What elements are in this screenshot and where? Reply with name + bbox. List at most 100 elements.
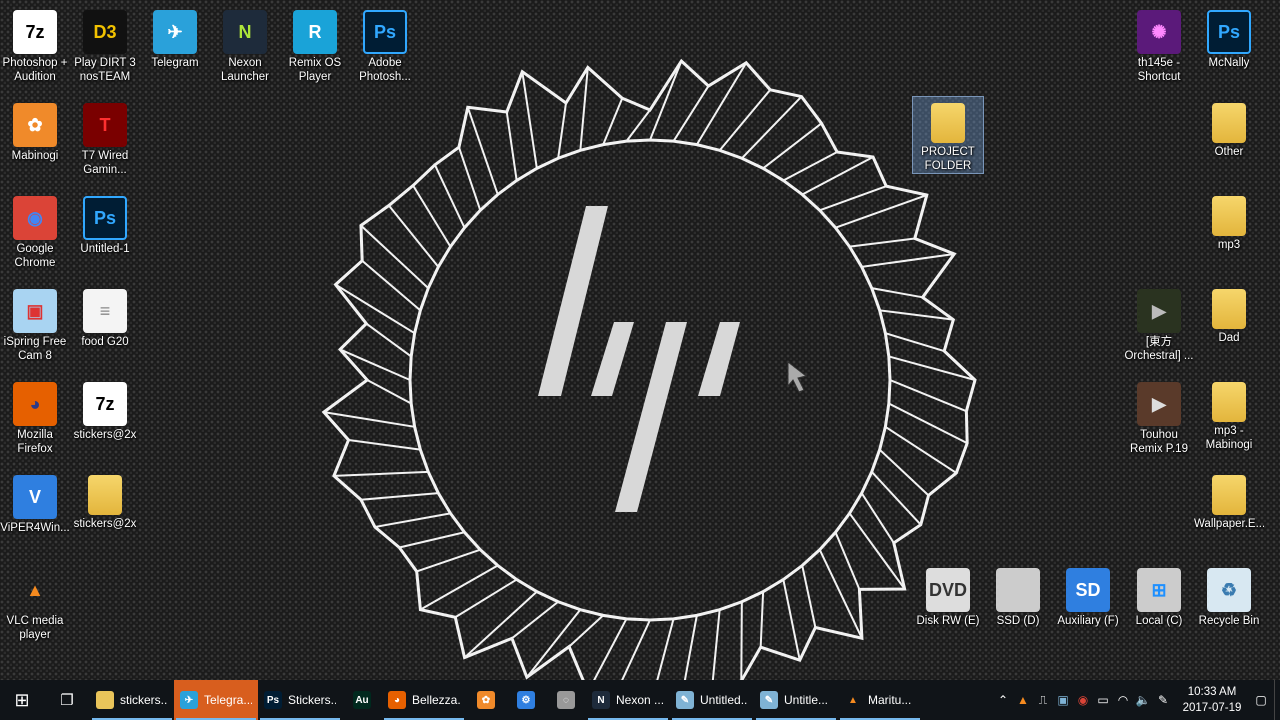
- desktop-icon-ispring[interactable]: ▣ iSpring Free Cam 8: [0, 283, 70, 363]
- taskbar-app-app-gray[interactable]: ◌: [546, 680, 586, 720]
- desktop-icon-telegram[interactable]: ✈ Telegram: [140, 4, 210, 70]
- desktop-icon-adobe-photoshop[interactable]: Ps Adobe Photosh...: [350, 4, 420, 84]
- speaker-icon[interactable]: 🔈: [1136, 693, 1151, 707]
- desktop-icon-dad[interactable]: Dad: [1194, 283, 1264, 345]
- vlc-icon: ▲: [26, 579, 44, 600]
- desktop-icon-google-chrome[interactable]: ◉ Google Chrome: [0, 190, 70, 270]
- taskbar-app-bellezza[interactable]: ◕ Bellezza...: [382, 680, 466, 720]
- chrome-tray-icon[interactable]: ◉: [1076, 693, 1090, 707]
- desktop-icon-mp3[interactable]: mp3: [1194, 190, 1264, 252]
- taskbar-app-stickers[interactable]: stickers...: [90, 680, 174, 720]
- desktop-icon-disk-rw[interactable]: DVD Disk RW (E): [913, 562, 983, 628]
- desktop-icon-label: Photoshop + Audition: [2, 57, 68, 83]
- clock[interactable]: 10:33 AM 2017-07-19: [1176, 684, 1248, 716]
- 7zip-icon: 7z: [13, 10, 57, 54]
- pen-icon[interactable]: ✎: [1156, 693, 1170, 707]
- app-tray-icon[interactable]: ▣: [1056, 693, 1070, 707]
- 7zip-file-icon: 7z: [83, 382, 127, 426]
- desktop-icon-label: th145e - Shortcut: [1137, 57, 1181, 83]
- desktop-icon-touhou-remix[interactable]: ▶ Touhou Remix P.19 ...: [1124, 376, 1194, 456]
- chevron-up-icon[interactable]: ⌃: [996, 693, 1010, 707]
- desktop-icon-label: iSpring Free Cam 8: [3, 336, 67, 362]
- desktop-icon-label: Remix OS Player: [288, 57, 342, 83]
- desktop-icon-project-folder[interactable]: PROJECT FOLDER: [912, 96, 984, 174]
- taskbar-app-label: Maritu...: [868, 693, 912, 707]
- notifications-icon[interactable]: ▢: [1254, 693, 1268, 707]
- mouse-cursor: [787, 360, 808, 393]
- firefox-icon: ◕: [388, 691, 406, 709]
- desktop-icon-remix-os[interactable]: R Remix OS Player: [280, 4, 350, 84]
- desktop-icon-ssd-d[interactable]: SSD (D): [983, 562, 1053, 628]
- dirt3-icon: D3: [83, 10, 127, 54]
- audition-icon: Au: [353, 691, 371, 709]
- taskbar-app-label: Untitle...: [784, 693, 829, 707]
- desktop-icon-auxiliary-f[interactable]: SD Auxiliary (F): [1053, 562, 1123, 628]
- taskbar-app-app-blue[interactable]: ⚙: [506, 680, 546, 720]
- usb-icon[interactable]: ⎍: [1036, 693, 1050, 707]
- desktop-icon-label: Mozilla Firefox: [17, 429, 53, 455]
- desktop-icon-wallpaper-engine[interactable]: Wallpaper.E...: [1194, 469, 1264, 531]
- desktop-icon-firefox[interactable]: ◕ Mozilla Firefox: [0, 376, 70, 456]
- network-icon[interactable]: ◠: [1116, 693, 1130, 707]
- taskbar-app-telegram[interactable]: ✈ Telegra...: [174, 680, 258, 720]
- mabinogi-icon: ✿: [13, 103, 57, 147]
- clock-date: 2017-07-19: [1182, 702, 1242, 714]
- desktop-icon-label: Other: [1214, 146, 1244, 158]
- telegram-icon: ✈: [153, 10, 197, 54]
- desktop-icon-label: Adobe Photosh...: [359, 57, 411, 83]
- taskbar-app-label: Stickers...: [288, 693, 336, 707]
- desktop-icon-local-c[interactable]: ⊞ Local (C): [1124, 562, 1194, 628]
- desktop-icon-mp3-mabinogi[interactable]: mp3 - Mabinogi: [1194, 376, 1264, 452]
- desktop-icon-stickers-folder[interactable]: stickers@2x: [70, 469, 140, 531]
- desktop-icon-mabinogi[interactable]: ✿ Mabinogi: [0, 97, 70, 163]
- desktop-icon-viper4win[interactable]: V ViPER4Win...: [0, 469, 70, 535]
- viper-icon: V: [13, 475, 57, 519]
- taskbar-app-audition[interactable]: Au: [342, 680, 382, 720]
- task-view-button[interactable]: ❐: [44, 680, 90, 720]
- desktop-icon-touhou-orchestral[interactable]: ▶ [東方 Orchestral] ...: [1124, 283, 1194, 363]
- desktop-icon-label: food G20: [81, 336, 129, 348]
- desktop-icon-play-dirt3[interactable]: D3 Play DIRT 3 nosTEAM: [70, 4, 140, 84]
- taskbar-app-maritu[interactable]: ▲ Maritu...: [838, 680, 922, 720]
- desktop-icon-label: Telegram: [151, 57, 199, 69]
- desktop-icon-label: Recycle Bin: [1198, 615, 1260, 627]
- start-button[interactable]: ⊞: [0, 680, 44, 720]
- desktop-icon-vlc[interactable]: ▲ VLC media player: [0, 562, 70, 642]
- desktop-icon-label: stickers@2x: [73, 518, 137, 530]
- desktop-icon-label: [東方 Orchestral] ...: [1124, 336, 1194, 362]
- chrome-icon: ◉: [13, 196, 57, 240]
- hard-drive-icon: [996, 568, 1040, 612]
- desktop-icon-stickers-7z[interactable]: 7z stickers@2x: [70, 376, 140, 442]
- nexon-icon: N: [223, 10, 267, 54]
- taskbar-app-mabinogi[interactable]: ✿: [466, 680, 506, 720]
- desktop-icon-nexon-launcher[interactable]: N Nexon Launcher: [210, 4, 280, 84]
- folder-icon: [1212, 103, 1246, 143]
- desktop-icon-untitled-1[interactable]: Ps Untitled-1: [70, 190, 140, 256]
- desktop-icon-label: VLC media player: [6, 615, 64, 641]
- desktop-icon-other[interactable]: Other: [1194, 97, 1264, 159]
- photoshop-icon: Ps: [363, 10, 407, 54]
- taskbar-app-untitled-b[interactable]: ✎ Untitle...: [754, 680, 838, 720]
- desktop-icon-recycle-bin[interactable]: ♻ Recycle Bin: [1194, 562, 1264, 628]
- show-desktop-button[interactable]: [1274, 680, 1280, 720]
- desktop-icon-label: mp3 - Mabinogi: [1205, 425, 1253, 451]
- desktop-icon-th145e[interactable]: ✺ th145e - Shortcut: [1124, 4, 1194, 84]
- desktop-icon-label: SSD (D): [996, 615, 1040, 627]
- desktop-icon-mcnally[interactable]: Ps McNally: [1194, 4, 1264, 70]
- desktop-icon-photoshop-audition[interactable]: 7z Photoshop + Audition: [0, 4, 70, 84]
- desktop-icon-label: McNally: [1208, 57, 1250, 69]
- folder-icon: [88, 475, 122, 515]
- desktop-icon-label: T7 Wired Gamin...: [81, 150, 129, 176]
- taskbar-app-nexon[interactable]: N Nexon ...: [586, 680, 670, 720]
- vlc-tray-icon[interactable]: ▲: [1016, 693, 1030, 707]
- folder-icon: [1212, 475, 1246, 515]
- taskbar-app-untitled-a[interactable]: ✎ Untitled...: [670, 680, 754, 720]
- taskbar-app-stickers-ps[interactable]: Ps Stickers...: [258, 680, 342, 720]
- hp-logo: [538, 206, 740, 512]
- desktop-icon-label: Dad: [1218, 332, 1240, 344]
- folder-icon: [1212, 196, 1246, 236]
- desktop-icon-food-g20[interactable]: ≡ food G20: [70, 283, 140, 349]
- battery-icon[interactable]: ▭: [1096, 693, 1110, 707]
- desktop-icon-label: Mabinogi: [11, 150, 59, 162]
- desktop-icon-t7-wired[interactable]: T T7 Wired Gamin...: [70, 97, 140, 177]
